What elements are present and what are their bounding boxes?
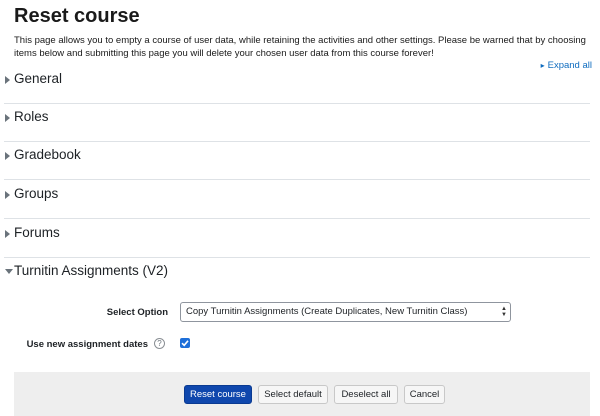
caret-right-icon [4,190,12,200]
intro-text: This page allows you to empty a course o… [14,35,586,59]
use-new-dates-label: Use new assignment dates [26,339,148,350]
select-option-label: Select Option [106,307,168,318]
section-title: Roles [14,109,49,124]
section-title: General [14,71,63,86]
section-title: Forums [14,225,60,240]
select-default-button[interactable]: Select default [258,385,328,404]
caret-right-icon [4,229,12,239]
select-option-dropdown[interactable]: Copy Turnitin Assignments (Create Duplic… [180,302,511,322]
section-forums[interactable]: Forums [4,220,590,258]
reset-course-button[interactable]: Reset course [184,385,252,404]
section-title: Turnitin Assignments (V2) [14,263,169,278]
section-turnitin[interactable]: Turnitin Assignments (V2) [4,258,590,296]
section-groups[interactable]: Groups [4,181,590,219]
checkmark-icon [181,340,189,347]
section-general[interactable]: General [4,66,590,104]
help-icon[interactable]: ? [154,338,165,349]
section-gradebook[interactable]: Gradebook [4,142,590,180]
select-option-value: Copy Turnitin Assignments (Create Duplic… [186,306,468,317]
page-title: Reset course [14,5,140,27]
caret-right-icon [4,151,12,161]
section-title: Groups [14,186,59,201]
select-arrows-icon: ▲ ▼ [501,306,507,318]
deselect-all-button[interactable]: Deselect all [334,385,398,404]
use-new-dates-checkbox[interactable] [180,338,190,348]
caret-right-icon [4,113,12,123]
section-roles[interactable]: Roles [4,104,590,142]
caret-right-icon [4,75,12,85]
cancel-button[interactable]: Cancel [404,385,445,404]
caret-down-icon [4,268,13,278]
section-title: Gradebook [14,147,81,162]
